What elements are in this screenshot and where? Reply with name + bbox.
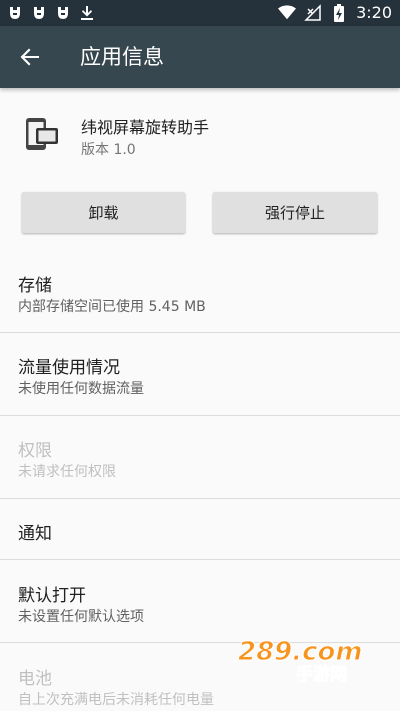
item-summary: 未请求任何权限	[18, 464, 116, 480]
app-icon	[22, 114, 62, 154]
item-summary: 未设置任何默认选项	[18, 609, 144, 625]
arrow-back-icon	[20, 48, 39, 66]
list-item-notifications[interactable]: 通知	[0, 499, 400, 559]
download-icon	[78, 4, 96, 22]
list-item-storage[interactable]: 存储 内部存储空间已使用 5.45 MB	[0, 252, 400, 332]
app-name: 纬视屏幕旋转助手	[81, 118, 210, 137]
battery-charging-icon	[330, 4, 348, 22]
page-title: 应用信息	[80, 45, 164, 69]
watermark-logo: 289.com 手游网	[236, 634, 376, 686]
app-bar: 应用信息	[0, 26, 400, 88]
no-signal-icon	[304, 4, 322, 22]
bug-icon	[6, 4, 24, 22]
wifi-icon	[278, 4, 297, 22]
item-title: 通知	[18, 524, 52, 544]
force-stop-button[interactable]: 强行停止	[213, 192, 377, 233]
bug-icon	[54, 4, 72, 22]
status-bar: 3:20	[0, 0, 400, 26]
list-item-data-usage[interactable]: 流量使用情况 未使用任何数据流量	[0, 333, 400, 415]
item-title: 流量使用情况	[18, 358, 120, 378]
item-title: 存储	[18, 276, 52, 296]
status-time: 3:20	[356, 3, 392, 22]
app-version: 版本 1.0	[81, 142, 136, 158]
app-header: 纬视屏幕旋转助手 版本 1.0	[0, 88, 400, 180]
item-summary: 内部存储空间已使用 5.45 MB	[18, 299, 206, 315]
item-summary: 自上次充满电后未消耗任何电量	[18, 692, 214, 708]
list-item-permissions: 权限 未请求任何权限	[0, 416, 400, 498]
item-title: 默认打开	[18, 586, 86, 606]
back-button[interactable]	[10, 37, 50, 77]
list-item-open-by-default[interactable]: 默认打开 未设置任何默认选项	[0, 560, 400, 642]
bug-icon	[30, 4, 48, 22]
uninstall-button[interactable]: 卸载	[22, 192, 185, 233]
item-summary: 未使用任何数据流量	[18, 381, 144, 397]
watermark-top: 289.com	[238, 637, 363, 667]
item-title: 权限	[18, 441, 52, 461]
watermark-bottom: 手游网	[296, 664, 347, 684]
item-title: 电池	[18, 669, 52, 689]
